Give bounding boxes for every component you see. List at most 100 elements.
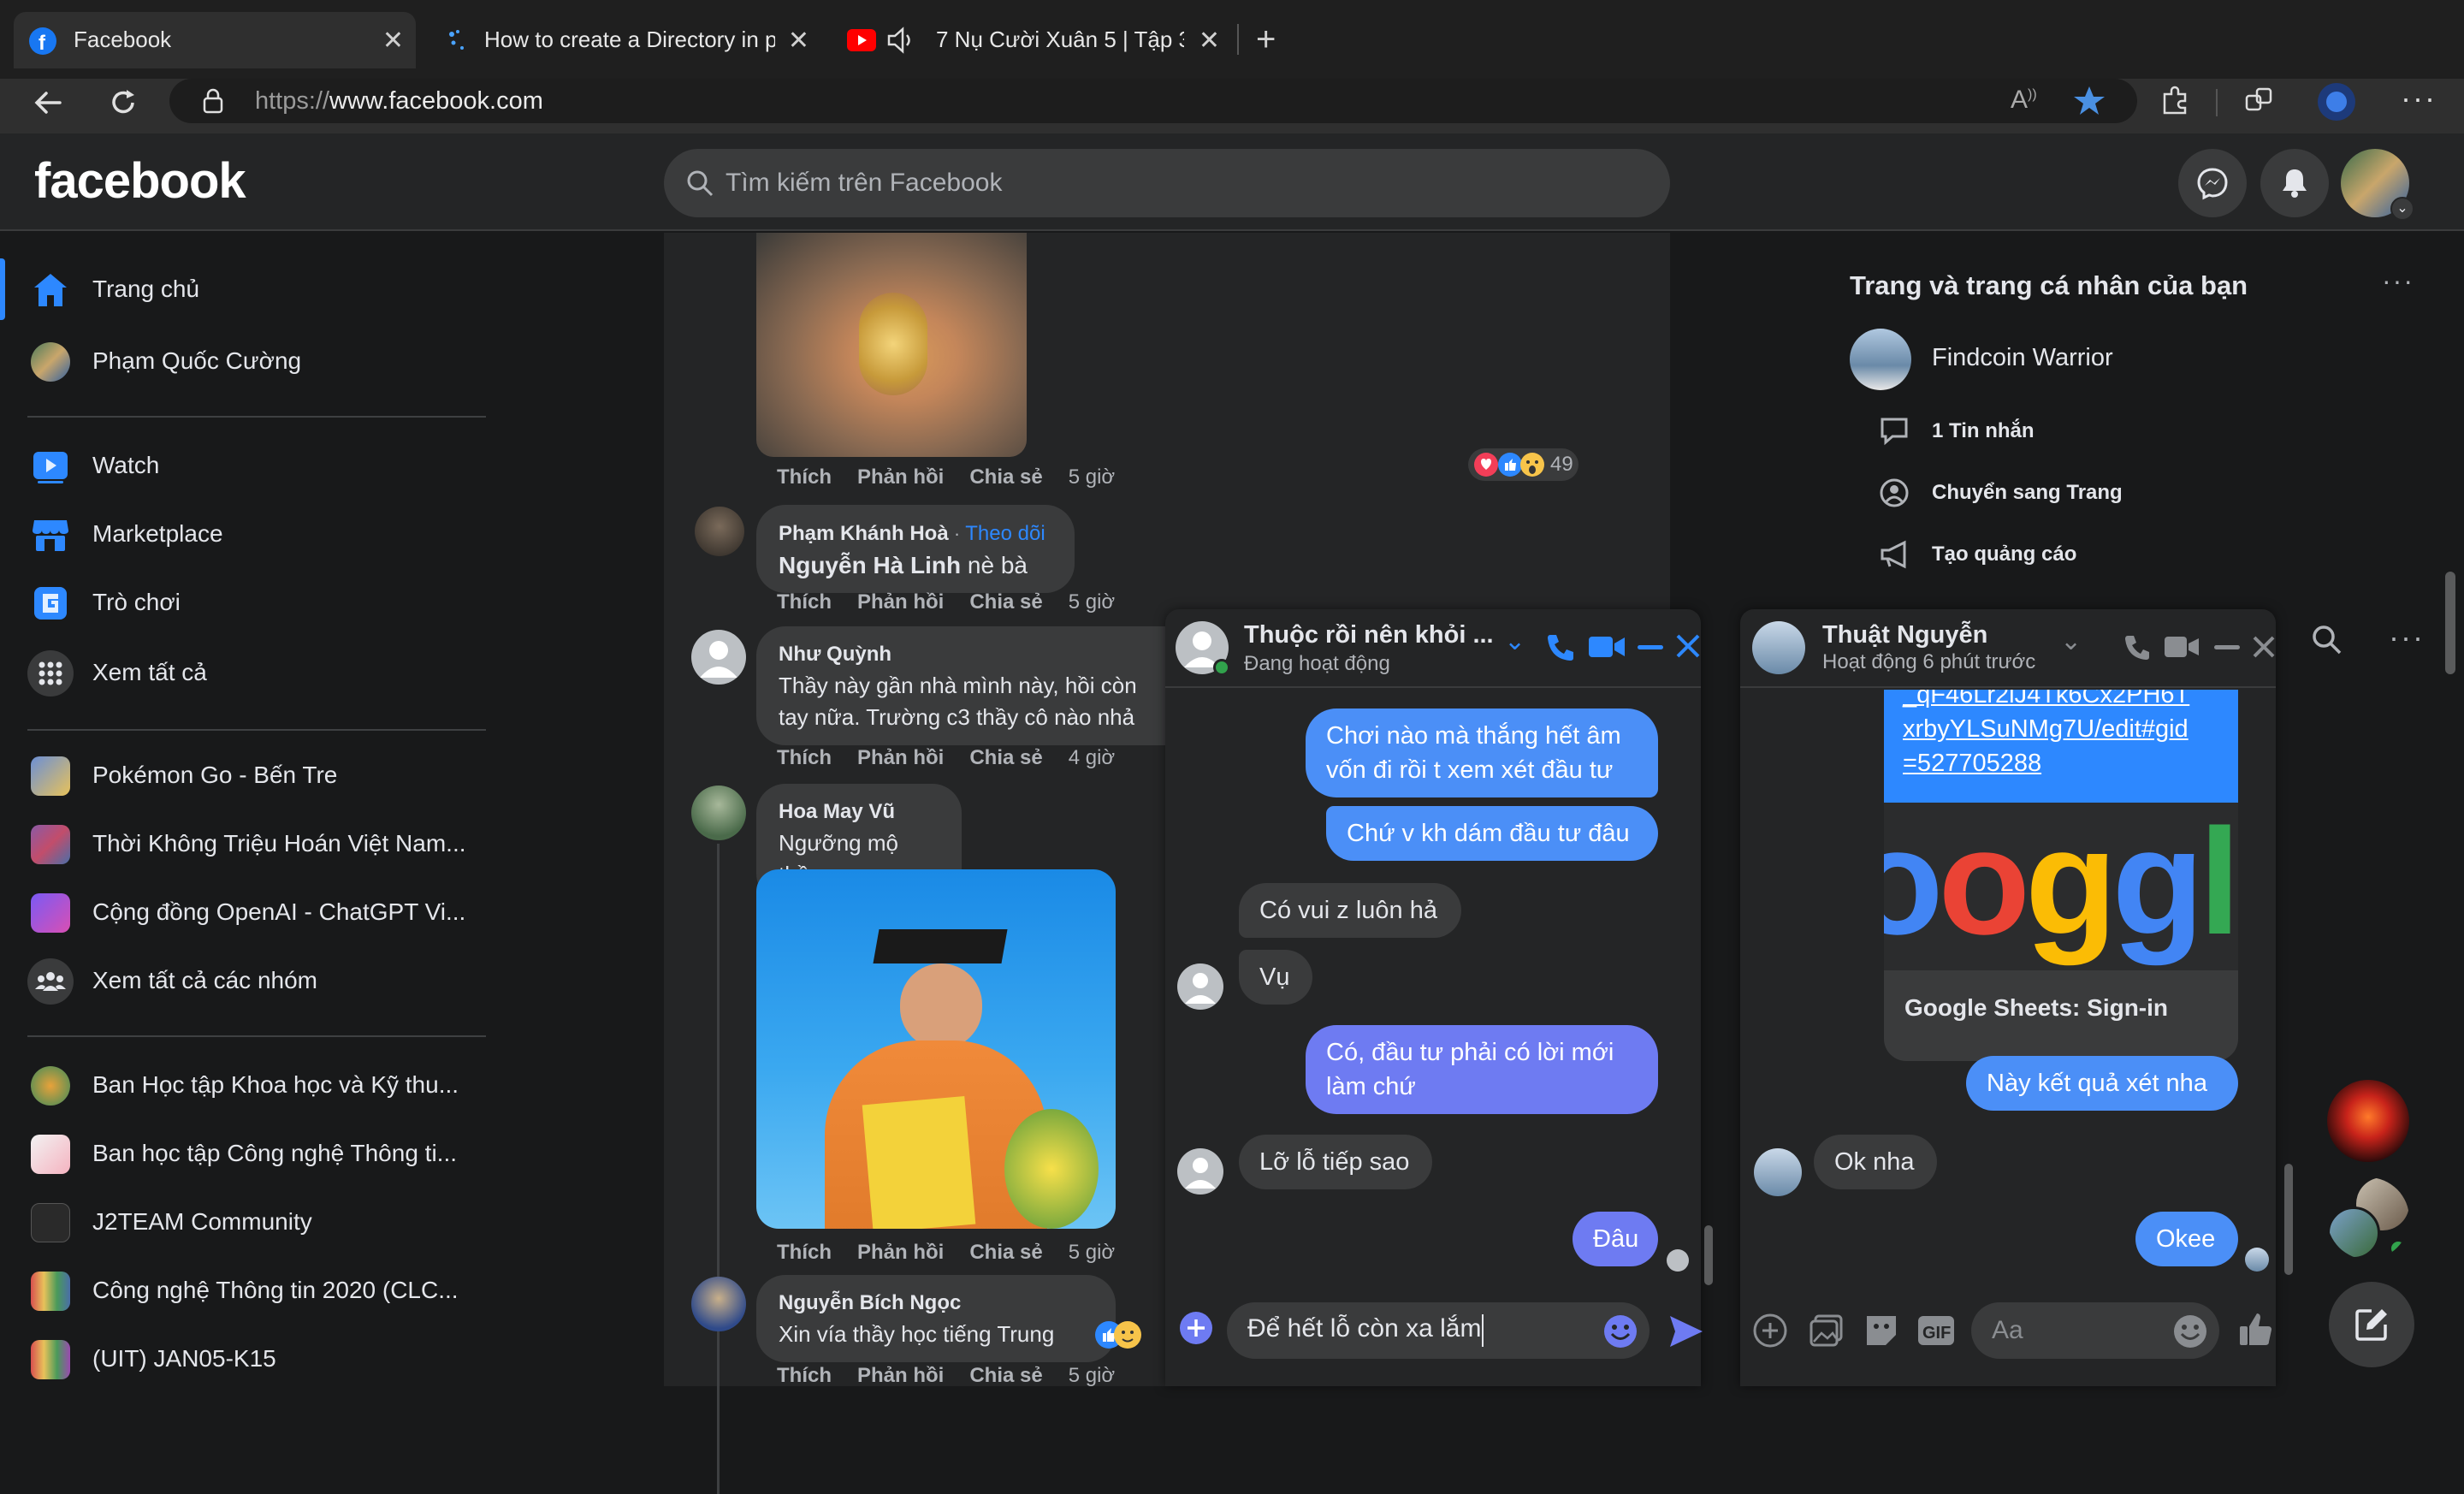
comment-time[interactable]: 5 giờ xyxy=(1069,465,1115,489)
emoji-icon[interactable] xyxy=(2171,1313,2209,1350)
lock-icon[interactable] xyxy=(200,87,226,115)
chevron-down-icon[interactable]: ⌄ xyxy=(2060,626,2082,656)
chat-scrollbar[interactable] xyxy=(1704,1225,1713,1285)
chat-message-out[interactable]: Này kết quả xét nha xyxy=(1966,1056,2238,1111)
comment-time[interactable]: 5 giờ xyxy=(1069,1241,1115,1264)
share-link[interactable]: Chia sẻ xyxy=(969,1364,1042,1387)
commenter-avatar[interactable] xyxy=(691,786,746,840)
comment-reaction-icons[interactable] xyxy=(1093,1318,1146,1352)
emoji-icon[interactable] xyxy=(1602,1313,1639,1350)
sidebar-item-watch[interactable]: Watch xyxy=(0,435,496,496)
sidebar-item-see-all-groups[interactable]: Xem tất cả các nhóm xyxy=(0,950,496,1011)
close-tab-icon[interactable]: ✕ xyxy=(382,26,404,56)
chat-message-out[interactable]: Chơi nào mà thắng hết âm vốn đi rồi t xe… xyxy=(1306,708,1658,797)
back-icon[interactable] xyxy=(31,86,65,120)
send-icon[interactable] xyxy=(1667,1313,1704,1350)
chat-head-contact[interactable] xyxy=(2327,1080,2409,1162)
switch-to-page-link[interactable]: Chuyển sang Trang xyxy=(1932,481,2123,505)
comment-photo-graduate[interactable] xyxy=(756,869,1116,1229)
sidebar-item-home[interactable]: Trang chủ xyxy=(0,258,496,320)
chat-message-out[interactable]: Okee xyxy=(2135,1212,2238,1266)
video-call-icon[interactable] xyxy=(1586,630,1627,664)
search-contacts-icon[interactable] xyxy=(2310,623,2344,657)
chat-message-out[interactable]: Chứ v kh dám đầu tư đâu xyxy=(1326,806,1658,861)
video-call-icon[interactable] xyxy=(2163,631,2200,662)
chevron-down-icon[interactable]: ⌄ xyxy=(1504,626,1525,656)
tab-facebook[interactable]: f Facebook ✕ xyxy=(14,12,416,68)
reply-link[interactable]: Phản hồi xyxy=(857,590,944,614)
link-preview-card[interactable]: ooggl Google Sheets: Sign-in xyxy=(1884,803,2238,1061)
messenger-button[interactable] xyxy=(2178,149,2247,217)
share-link[interactable]: Chia sẻ xyxy=(969,590,1042,614)
minimize-icon[interactable] xyxy=(1638,645,1663,649)
shared-link-message[interactable]: _qF46Lr2iJ4Tk6Cx2PH6T xrbyYLSuNMg7U/edit… xyxy=(1884,690,2238,803)
like-link[interactable]: Thích xyxy=(777,1241,832,1264)
profile-icon[interactable] xyxy=(2317,82,2356,122)
chat-message-out[interactable]: Đâu xyxy=(1573,1212,1658,1266)
sidebar-shortcut-j2team[interactable]: J2TEAM Community xyxy=(0,1191,496,1253)
chat-message-in[interactable]: Lỡ lỗ tiếp sao xyxy=(1239,1135,1432,1189)
comment-time[interactable]: 4 giờ xyxy=(1069,746,1115,769)
message-input[interactable]: Để hết lỗ còn xa lắm xyxy=(1227,1302,1650,1359)
sidebar-item-see-all[interactable]: Xem tất cả xyxy=(0,642,496,703)
photo-icon[interactable] xyxy=(1809,1313,1845,1349)
close-tab-icon[interactable]: ✕ xyxy=(788,26,809,56)
commenter-name[interactable]: Như Quỳnh xyxy=(779,638,1165,670)
tab-youtube[interactable]: 7 Nụ Cười Xuân 5 | Tập 3: ✕ xyxy=(838,12,1232,68)
chat-scrollbar[interactable] xyxy=(2284,1164,2293,1275)
commenter-avatar[interactable] xyxy=(691,1277,746,1331)
reload-icon[interactable] xyxy=(106,86,140,120)
reply-link[interactable]: Phản hồi xyxy=(857,1241,944,1264)
share-link[interactable]: Chia sẻ xyxy=(969,1241,1042,1264)
address-bar[interactable]: https://www.facebook.com xyxy=(169,79,2137,123)
close-icon[interactable] xyxy=(1675,633,1701,659)
phone-icon[interactable] xyxy=(1543,630,1578,664)
sidebar-shortcut-ban-hoc-tap-khkt[interactable]: Ban Học tập Khoa học và Kỹ thu... xyxy=(0,1054,496,1116)
chat-message-in[interactable]: Có vui z luôn hả xyxy=(1239,883,1461,938)
sidebar-item-marketplace[interactable]: Marketplace xyxy=(0,503,496,565)
comment-photo-amulet[interactable] xyxy=(756,233,1027,457)
page-name[interactable]: Findcoin Warrior xyxy=(1932,344,2113,372)
minimize-icon[interactable] xyxy=(2214,645,2240,649)
commenter-name[interactable]: Hoa May Vũ xyxy=(779,796,939,827)
chat-head-group[interactable] xyxy=(2327,1177,2409,1260)
sidebar-item-gaming[interactable]: Trò chơi xyxy=(0,572,496,633)
like-link[interactable]: Thích xyxy=(777,465,832,489)
facebook-logo[interactable]: facebook xyxy=(34,152,246,210)
new-message-button[interactable] xyxy=(2329,1282,2414,1367)
chat-avatar[interactable] xyxy=(1752,621,1805,674)
like-link[interactable]: Thích xyxy=(777,746,832,769)
sidebar-item-profile[interactable]: Phạm Quốc Cường xyxy=(0,330,496,392)
phone-icon[interactable] xyxy=(2122,631,2153,662)
read-aloud-icon[interactable]: A)) xyxy=(2011,86,2037,115)
commenter-avatar[interactable] xyxy=(691,630,746,685)
share-link[interactable]: Chia sẻ xyxy=(969,746,1042,769)
extensions-icon[interactable] xyxy=(2158,84,2192,118)
more-menu-icon[interactable]: ··· xyxy=(2401,80,2437,116)
tab-python-directory[interactable]: How to create a Directory in py ✕ xyxy=(428,12,821,68)
close-tab-icon[interactable]: ✕ xyxy=(1199,26,1220,56)
commenter-name[interactable]: Phạm Khánh Hoà xyxy=(779,522,949,545)
sidebar-shortcut-ban-hoc-tap-cntt[interactable]: Ban học tập Công nghệ Thông ti... xyxy=(0,1123,496,1184)
mention-link[interactable]: Nguyễn Hà Linh xyxy=(779,552,961,578)
sidebar-shortcut-cntt-2020[interactable]: Công nghệ Thông tin 2020 (CLC... xyxy=(0,1260,496,1321)
page-messages-link[interactable]: 1 Tin nhắn xyxy=(1932,419,2035,443)
gif-icon[interactable]: GIF xyxy=(1916,1313,1956,1349)
comment-time[interactable]: 5 giờ xyxy=(1069,1364,1115,1387)
create-ad-link[interactable]: Tạo quảng cáo xyxy=(1932,542,2076,566)
search-input[interactable]: Tìm kiếm trên Facebook xyxy=(664,149,1670,217)
reply-link[interactable]: Phản hồi xyxy=(857,746,944,769)
message-input[interactable]: Aa xyxy=(1971,1302,2219,1359)
like-link[interactable]: Thích xyxy=(777,1364,832,1387)
notifications-button[interactable] xyxy=(2260,149,2329,217)
favorite-star-icon[interactable] xyxy=(2072,84,2106,118)
chat-message-out[interactable]: Có, đầu tư phải có lời mới làm chứ xyxy=(1306,1025,1658,1114)
new-tab-button[interactable]: + xyxy=(1256,21,1276,59)
chat-contact-name[interactable]: Thuật Nguyễn xyxy=(1822,621,1987,649)
sidebar-group-openai[interactable]: Cộng đồng OpenAI - ChatGPT Vi... xyxy=(0,881,496,943)
reply-link[interactable]: Phản hồi xyxy=(857,1364,944,1387)
chevron-down-icon[interactable]: ⌄ xyxy=(2390,197,2414,221)
add-more-icon[interactable] xyxy=(1177,1309,1215,1347)
sidebar-group-pokemon[interactable]: Pokémon Go - Bến Tre xyxy=(0,744,496,806)
chat-contact-name[interactable]: Thuộc rồi nên khỏi ... xyxy=(1244,621,1494,649)
